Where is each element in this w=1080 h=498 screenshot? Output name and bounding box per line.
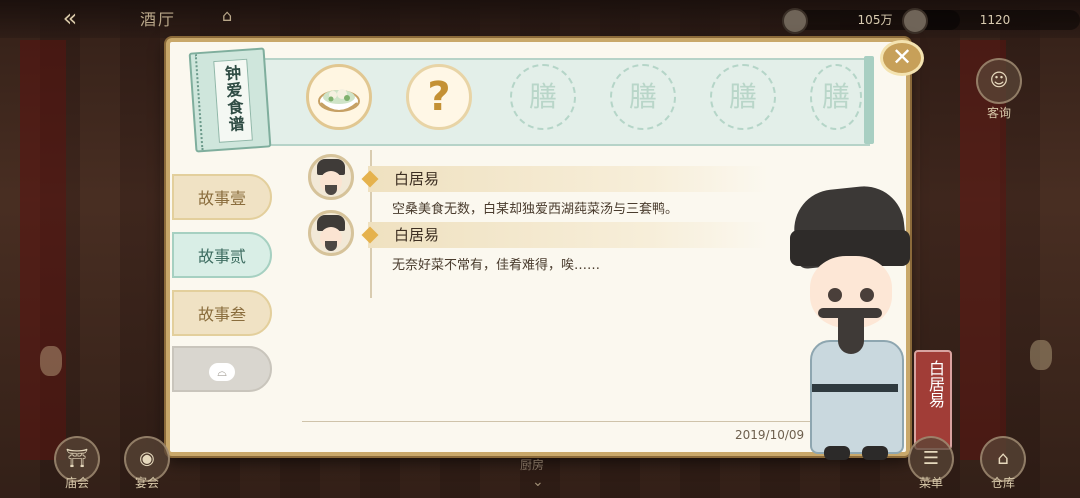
speaker-name-bar: 白居易 [361, 222, 768, 248]
tab-story-2[interactable]: 故事贰 [172, 232, 272, 278]
recipe-slot-locked[interactable]: 膳 [610, 64, 676, 130]
recipe-slot-locked[interactable]: 膳 [710, 64, 776, 130]
page-title: 酒厅 [140, 10, 177, 29]
lantern-icon [1030, 340, 1052, 370]
resource-value: 1120 [979, 13, 1011, 27]
temple-fair-label: 庙会 [64, 476, 89, 490]
character-portrait [780, 182, 930, 464]
soup-bowl-icon [318, 89, 360, 112]
menu-label: 菜单 [918, 476, 943, 490]
divider [302, 421, 810, 422]
recipe-slot-dish[interactable] [306, 64, 372, 130]
book-title-box: 钟爱食谱 [213, 58, 253, 143]
recipe-book-icon: 钟爱食谱 [188, 47, 272, 153]
tab-story-1[interactable]: 故事壹 [172, 174, 272, 220]
feast-label: 宴会 [134, 476, 159, 490]
house-icon[interactable]: ⌂ [222, 7, 242, 25]
guest-label: 客询 [986, 106, 1011, 120]
recipe-slot-locked[interactable]: 膳 [810, 64, 862, 130]
character-name: 白居易 [926, 360, 945, 408]
lantern-icon [40, 346, 62, 376]
resource-counter[interactable]: 1120 [902, 8, 1080, 34]
guest-button[interactable]: ☺ [976, 58, 1022, 104]
avatar [308, 210, 354, 256]
character-name-tag: 白居易 [914, 350, 952, 450]
speaker-name: 白居易 [394, 226, 440, 244]
tab-story-locked[interactable]: ⌓ [172, 346, 272, 392]
lock-icon: ⌓ [209, 362, 235, 381]
close-icon[interactable]: ✕ [880, 40, 924, 76]
book-title: 钟爱食谱 [221, 64, 246, 134]
back-arrow-icon[interactable]: « [52, 6, 88, 30]
storage-label: 仓库 [990, 476, 1015, 490]
chevron-down-icon[interactable]: ⌄ [532, 474, 544, 490]
dialogue-line: 无奈好菜不常有，佳肴难得，唉…… [392, 258, 601, 273]
avatar [308, 154, 354, 200]
dialogue-line: 空桑美食无数，白某却独爱西湖莼菜汤与三套鸭。 [392, 202, 679, 217]
recipe-slot-unknown[interactable]: ? [406, 64, 472, 130]
tab-story-3[interactable]: 故事叁 [172, 290, 272, 336]
kitchen-label[interactable]: 厨房 [520, 456, 544, 473]
speaker-name: 白居易 [394, 170, 440, 188]
strip-scroll-edge [864, 56, 874, 144]
recipe-slot-locked[interactable]: 膳 [510, 64, 576, 130]
top-bar: « 酒厅 ⌂ 105万 1120 [0, 0, 1080, 38]
background-pillar [20, 40, 66, 460]
speaker-name-bar: 白居易 [361, 166, 768, 192]
book-spine [194, 54, 206, 151]
